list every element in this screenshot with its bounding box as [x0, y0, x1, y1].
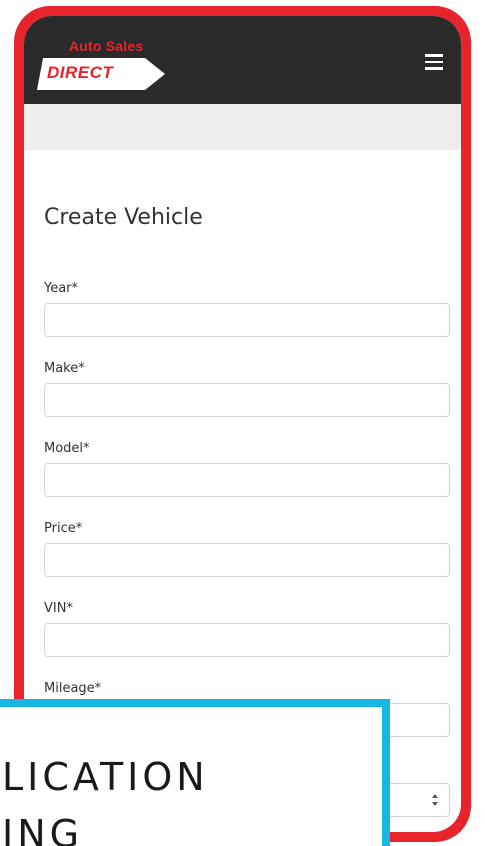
logo-wordmark: DIRECT [47, 63, 114, 82]
price-input[interactable] [44, 543, 450, 577]
model-input[interactable] [44, 463, 450, 497]
brand-logo[interactable]: Auto Sales DIRECT [37, 38, 167, 90]
vin-label: VIN* [44, 601, 73, 616]
make-input[interactable] [44, 383, 450, 417]
header-strip [24, 104, 461, 150]
app-header: Auto Sales DIRECT [24, 16, 461, 104]
vin-input[interactable] [44, 623, 450, 657]
page-title: Create Vehicle [44, 205, 203, 230]
price-label: Price* [44, 521, 83, 536]
banner-text-line2: ING [2, 812, 84, 846]
page: Auto Sales DIRECT Create Vehicle Year* M… [0, 0, 485, 846]
mileage-label: Mileage* [44, 681, 102, 696]
make-label: Make* [44, 361, 85, 376]
year-input[interactable] [44, 303, 450, 337]
select-arrows-icon [432, 794, 438, 806]
banner-text-line1: LICATION [2, 755, 209, 799]
logo-badge: DIRECT [37, 58, 167, 90]
overlay-banner: LICATION ING [0, 699, 390, 846]
logo-top-text: Auto Sales [69, 38, 144, 54]
hamburger-menu-icon[interactable] [425, 54, 443, 70]
model-label: Model* [44, 441, 90, 456]
year-label: Year* [44, 281, 79, 296]
